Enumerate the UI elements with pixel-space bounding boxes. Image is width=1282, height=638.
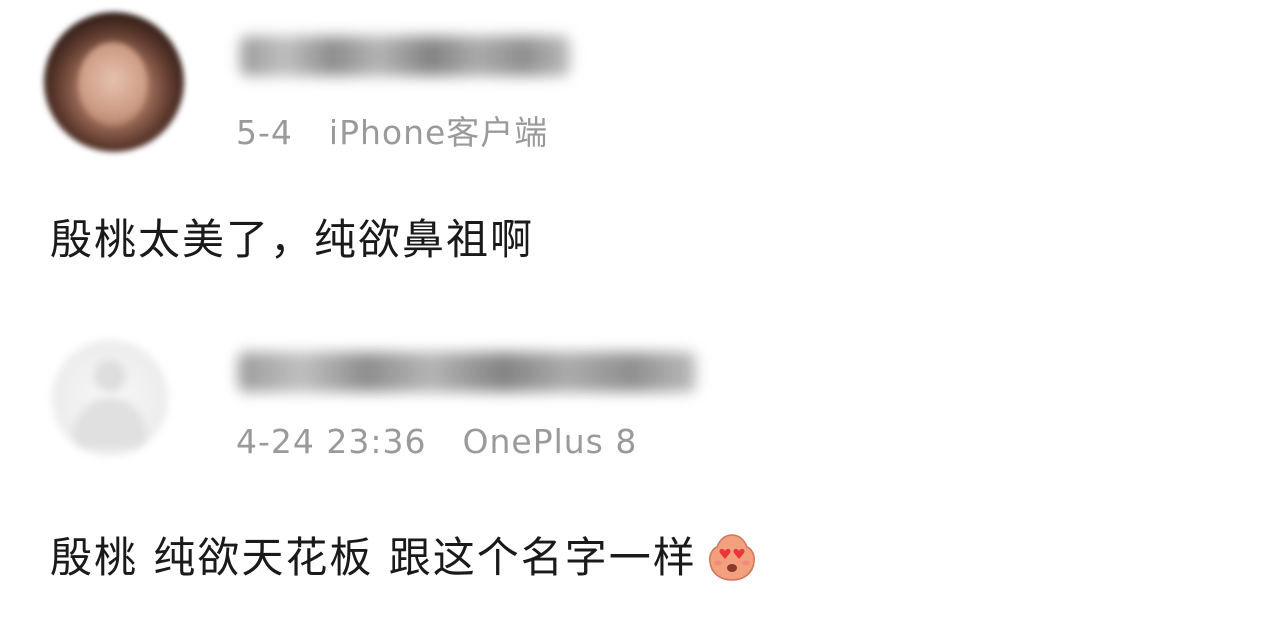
comment-text: 殷桃太美了，纯欲鼻祖啊 [50,215,535,264]
avatar-placeholder-body [74,398,146,448]
avatar[interactable] [44,12,184,152]
comment-device: iPhone客户端 [328,113,549,152]
comment-date: 4-24 23:36 [236,422,427,461]
comment-item: 5-4 iPhone客户端 殷桃太美了，纯欲鼻祖啊 [0,0,1282,300]
avatar[interactable] [52,340,168,456]
username-blurred[interactable] [240,36,570,76]
comment-meta: 4-24 23:36 OnePlus 8 [236,422,637,461]
avatar-face [78,42,148,126]
username-blurred[interactable] [238,352,696,392]
heart-eyes-emoji-icon [708,533,755,581]
comment-device: OnePlus 8 [462,422,638,461]
comment-item: 4-24 23:36 OnePlus 8 殷桃 纯欲天花板 跟这个名字一样 [0,300,1282,638]
avatar-placeholder-head [94,360,126,392]
comment-date: 5-4 [236,113,293,152]
comment-text-row: 殷桃 纯欲天花板 跟这个名字一样 [50,524,757,587]
comment-text: 殷桃 纯欲天花板 跟这个名字一样 [50,533,697,582]
comment-meta: 5-4 iPhone客户端 [236,106,548,154]
